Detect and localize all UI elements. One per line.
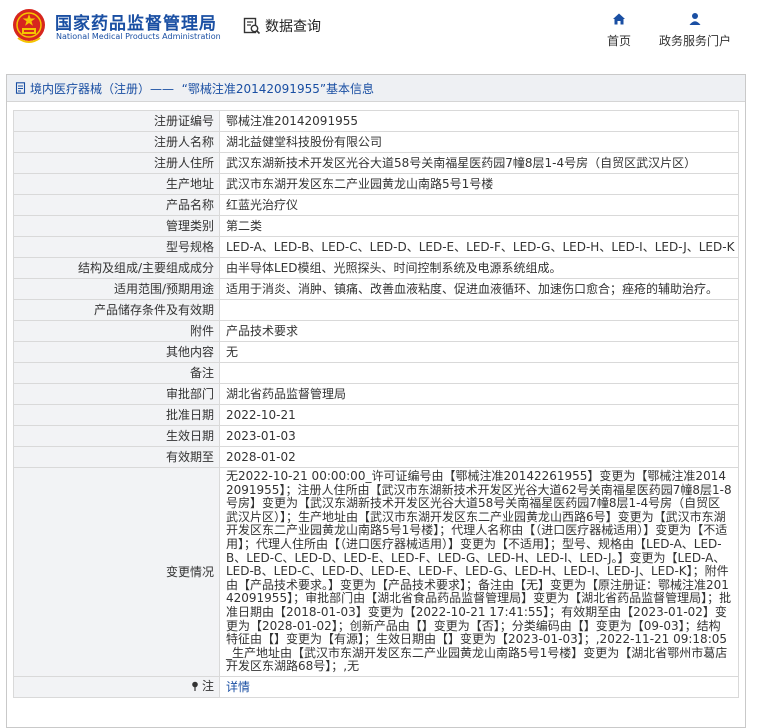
row-label: 产品储存条件及有效期 bbox=[13, 299, 220, 321]
table-row: 有效期至 2028-01-02 bbox=[13, 446, 739, 468]
table-row: 批准日期 2022-10-21 bbox=[13, 404, 739, 426]
row-value: LED-A、LED-B、LED-C、LED-D、LED-E、LED-F、LED-… bbox=[219, 236, 739, 258]
row-label: 生产地址 bbox=[13, 173, 220, 195]
data-query-link[interactable]: 数据查询 bbox=[243, 15, 321, 37]
row-value: 2022-10-21 bbox=[219, 404, 739, 426]
row-label: 适用范围/预期用途 bbox=[13, 278, 220, 300]
row-label: 备注 bbox=[13, 362, 220, 384]
row-label: 产品名称 bbox=[13, 194, 220, 216]
home-icon bbox=[613, 13, 625, 25]
row-label: 附件 bbox=[13, 320, 220, 342]
table-row: 产品储存条件及有效期 bbox=[13, 299, 739, 321]
change-history-value: 无2022-10-21 00:00:00_许可证编号由【鄂械注准20142261… bbox=[219, 467, 739, 677]
row-label: 生效日期 bbox=[13, 425, 220, 447]
row-value: 武汉市东湖开发区东二产业园黄龙山南路5号1号楼 bbox=[219, 173, 739, 195]
nav-home[interactable]: 首页 bbox=[604, 12, 634, 49]
table-row: 生效日期 2023-01-03 bbox=[13, 425, 739, 447]
change-history-row: 变更情况 无2022-10-21 00:00:00_许可证编号由【鄂械注准201… bbox=[13, 467, 739, 677]
user-icon bbox=[689, 13, 701, 25]
brand-subtitle: National Medical Products Administration bbox=[56, 32, 221, 41]
table-row: 其他内容 无 bbox=[13, 341, 739, 363]
nav-gov-label: 政务服务门户 bbox=[658, 34, 731, 48]
detail-panel: 境内医疗器械（注册） —— “鄂械注准20142091955”基本信息 注册证编… bbox=[6, 74, 746, 728]
row-value: 鄂械注准20142091955 bbox=[219, 110, 739, 132]
note-value: 详情 bbox=[219, 675, 739, 698]
panel-title-category: 境内医疗器械（注册） bbox=[30, 81, 151, 96]
note-label-wrap: 注 bbox=[190, 679, 214, 693]
row-value: 湖北省药品监督管理局 bbox=[219, 383, 739, 405]
note-row: 注 详情 bbox=[13, 675, 739, 698]
note-label: 注 bbox=[201, 679, 214, 694]
row-label: 其他内容 bbox=[13, 341, 220, 363]
pin-icon bbox=[192, 682, 198, 692]
table-row: 备注 bbox=[13, 362, 739, 384]
row-value: 由半导体LED模组、光照探头、时间控制系统及电源系统组成。 bbox=[219, 257, 739, 279]
table-row: 型号规格 LED-A、LED-B、LED-C、LED-D、LED-E、LED-F… bbox=[13, 236, 739, 258]
row-label: 注册证编号 bbox=[13, 110, 220, 132]
table-row: 适用范围/预期用途 适用于消炎、消肿、镇痛、改善血液粘度、促进血液循环、加速伤口… bbox=[13, 278, 739, 300]
details-link[interactable]: 详情 bbox=[226, 680, 250, 694]
row-value: 红蓝光治疗仪 bbox=[219, 194, 739, 216]
table-row: 生产地址 武汉市东湖开发区东二产业园黄龙山南路5号1号楼 bbox=[13, 173, 739, 195]
table-row: 附件 产品技术要求 bbox=[13, 320, 739, 342]
brand-title: 国家药品监督管理局 bbox=[55, 14, 217, 34]
table-row: 注册证编号 鄂械注准20142091955 bbox=[13, 110, 739, 132]
change-history-label: 变更情况 bbox=[13, 467, 220, 677]
row-label: 型号规格 bbox=[13, 236, 220, 258]
search-document-icon bbox=[243, 17, 261, 35]
row-value: 第二类 bbox=[219, 215, 739, 237]
table-row: 管理类别 第二类 bbox=[13, 215, 739, 237]
note-label-cell: 注 bbox=[13, 675, 220, 698]
row-label: 管理类别 bbox=[13, 215, 220, 237]
row-label: 注册人名称 bbox=[13, 131, 220, 153]
panel-title-record: —— “鄂械注准20142091955”基本信息 bbox=[150, 81, 375, 96]
table-row: 注册人名称 湖北益健堂科技股份有限公司 bbox=[13, 131, 739, 153]
row-value bbox=[219, 299, 739, 321]
row-value: 2028-01-02 bbox=[219, 446, 739, 468]
panel-title: 境内医疗器械（注册） —— “鄂械注准20142091955”基本信息 bbox=[7, 75, 745, 102]
national-emblem-icon bbox=[13, 9, 45, 43]
row-value bbox=[219, 362, 739, 384]
row-value: 湖北益健堂科技股份有限公司 bbox=[219, 131, 739, 153]
table-row: 注册人住所 武汉东湖新技术开发区光谷大道58号关南福星医药园7幢8层1-4号房（… bbox=[13, 152, 739, 174]
row-label: 结构及组成/主要组成成分 bbox=[13, 257, 220, 279]
row-value: 适用于消炎、消肿、镇痛、改善血液粘度、促进血液循环、加速伤口愈合；痤疮的辅助治疗… bbox=[219, 278, 739, 300]
row-value: 武汉东湖新技术开发区光谷大道58号关南福星医药园7幢8层1-4号房（自贸区武汉片… bbox=[219, 152, 739, 174]
row-value: 无 bbox=[219, 341, 739, 363]
table-row: 审批部门 湖北省药品监督管理局 bbox=[13, 383, 739, 405]
table-row: 结构及组成/主要组成成分 由半导体LED模组、光照探头、时间控制系统及电源系统组… bbox=[13, 257, 739, 279]
document-icon bbox=[15, 82, 26, 94]
row-label: 注册人住所 bbox=[13, 152, 220, 174]
nav-home-label: 首页 bbox=[606, 34, 631, 48]
site-header: 国家药品监督管理局 National Medical Products Admi… bbox=[0, 0, 761, 60]
row-value: 2023-01-03 bbox=[219, 425, 739, 447]
nav-gov-service-portal[interactable]: 政务服务门户 bbox=[656, 12, 734, 49]
registration-info-table: 注册证编号 鄂械注准20142091955 注册人名称 湖北益健堂科技股份有限公… bbox=[13, 110, 739, 698]
row-label: 有效期至 bbox=[13, 446, 220, 468]
row-label: 审批部门 bbox=[13, 383, 220, 405]
data-query-label: 数据查询 bbox=[265, 19, 321, 35]
row-value: 产品技术要求 bbox=[219, 320, 739, 342]
row-label: 批准日期 bbox=[13, 404, 220, 426]
table-row: 产品名称 红蓝光治疗仪 bbox=[13, 194, 739, 216]
